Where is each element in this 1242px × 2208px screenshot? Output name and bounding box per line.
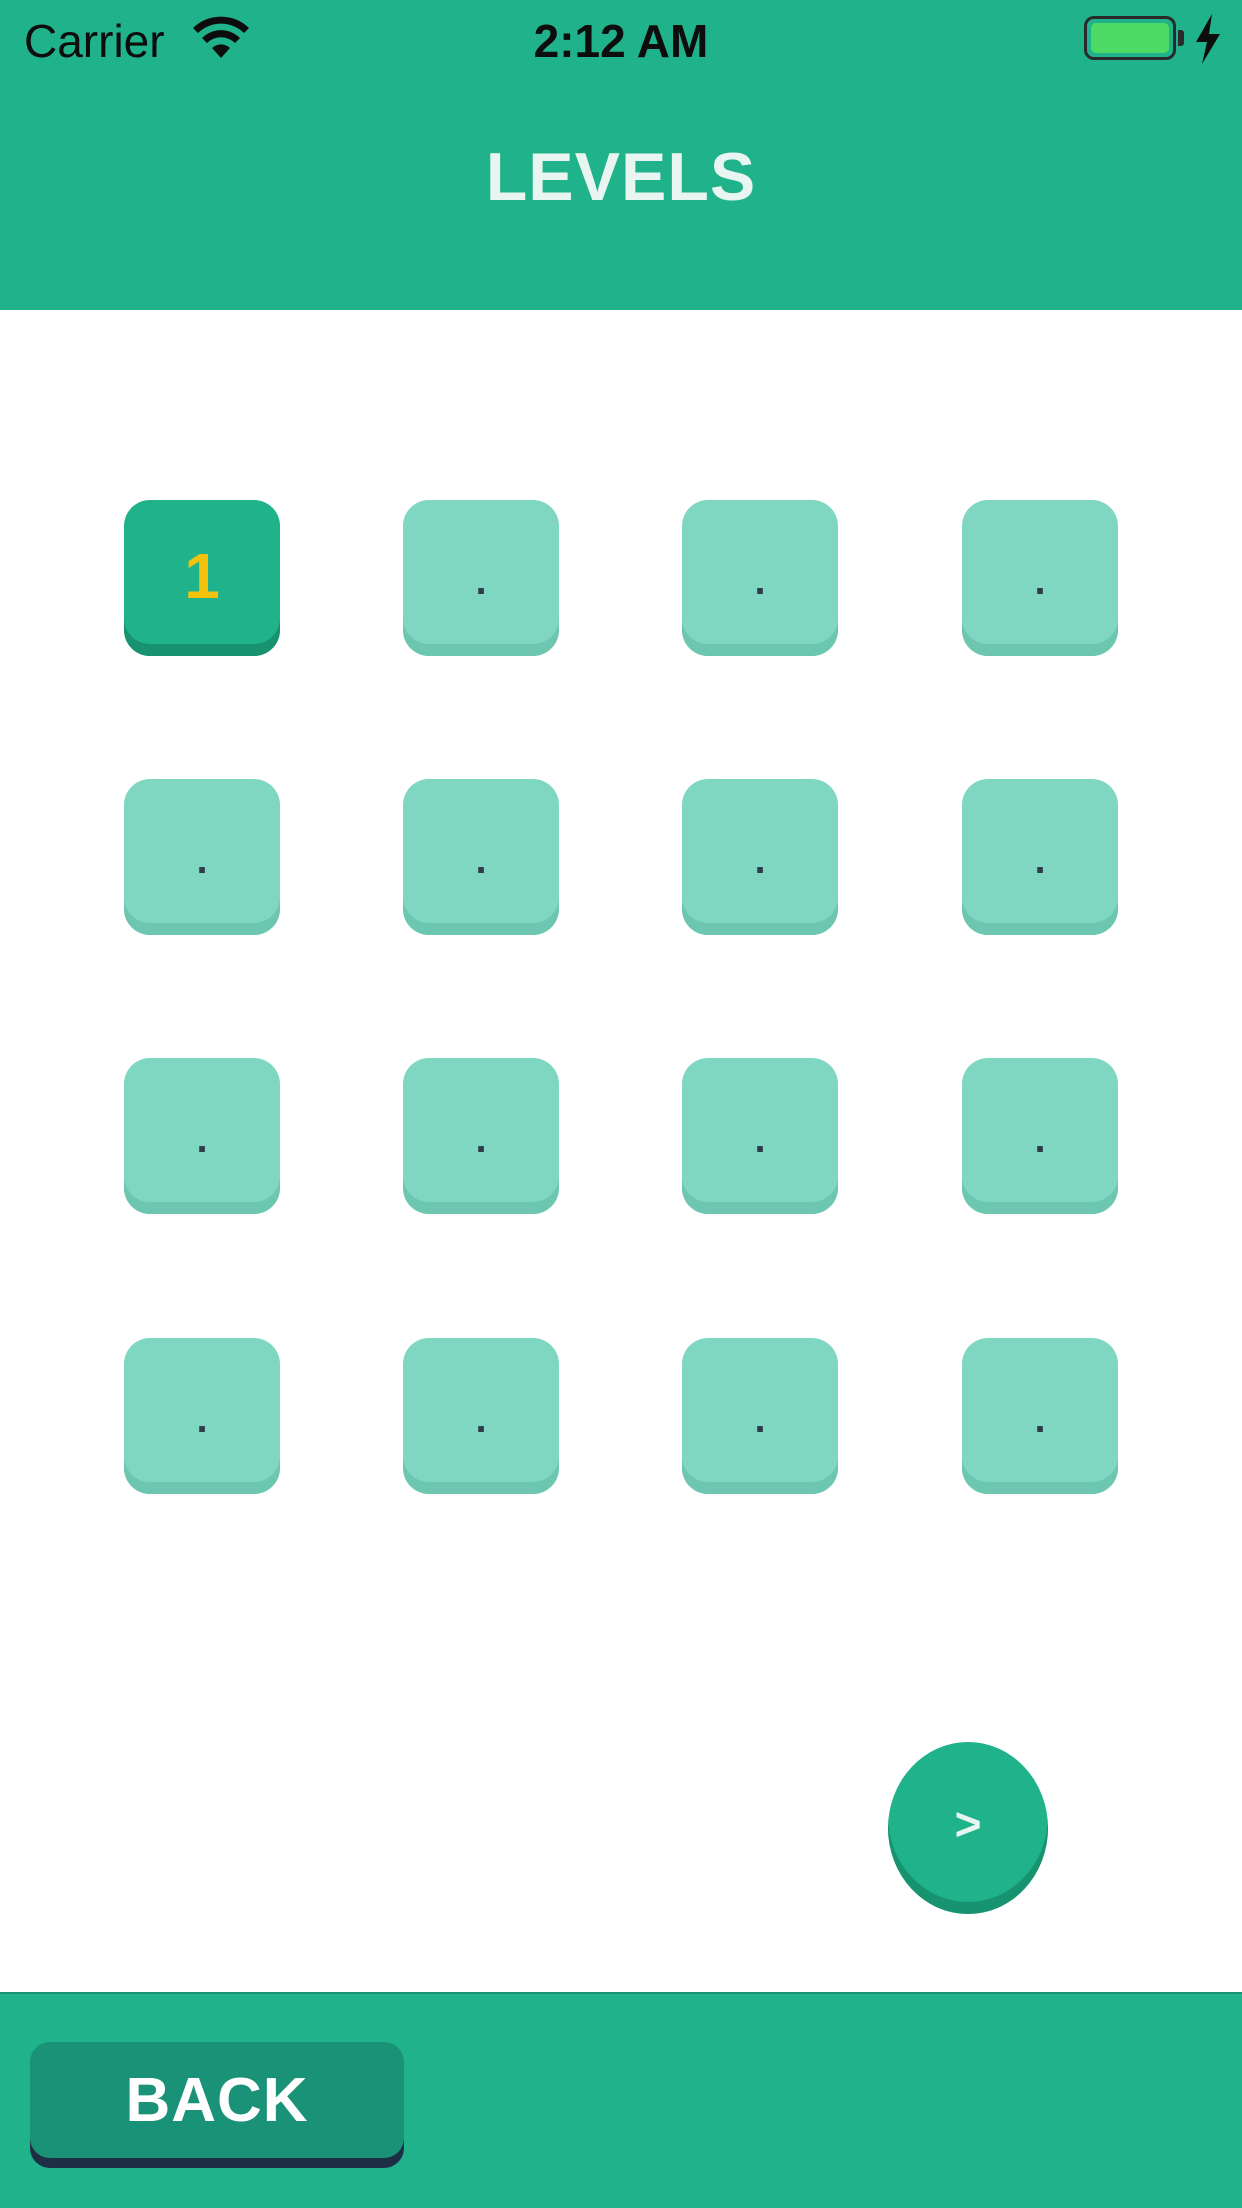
- level-tile-12[interactable]: .: [962, 1058, 1118, 1214]
- page-title: LEVELS: [485, 139, 757, 215]
- level-tile-label: .: [1034, 558, 1046, 603]
- back-button-label: BACK: [125, 2065, 309, 2135]
- level-tile-15[interactable]: .: [682, 1338, 838, 1494]
- level-tile-6[interactable]: .: [403, 779, 559, 935]
- level-tile-10[interactable]: .: [403, 1058, 559, 1214]
- level-tile-4[interactable]: .: [962, 500, 1118, 656]
- footer-bar: BACK: [0, 1992, 1242, 2208]
- level-tile-2[interactable]: .: [403, 500, 559, 656]
- level-tile-8[interactable]: .: [962, 779, 1118, 935]
- status-bar: Carrier 2:12 AM: [0, 0, 1242, 84]
- next-page-button[interactable]: >: [888, 1742, 1048, 1914]
- level-tile-label: .: [475, 837, 487, 882]
- level-tile-label: .: [1034, 1116, 1046, 1161]
- level-tile-label: .: [196, 1116, 208, 1161]
- level-tile-label: .: [475, 558, 487, 603]
- charging-bolt-icon: [1196, 14, 1220, 64]
- level-tile-label: .: [475, 1116, 487, 1161]
- level-grid: 1 . . . . . . . . . . . . . . .: [124, 500, 1118, 1494]
- level-tile-5[interactable]: .: [124, 779, 280, 935]
- level-tile-label: .: [754, 1116, 766, 1161]
- level-tile-label: .: [196, 837, 208, 882]
- back-button[interactable]: BACK: [30, 2042, 404, 2158]
- level-tile-7[interactable]: .: [682, 779, 838, 935]
- levels-screen: Carrier 2:12 AM LEVELS 1 . . . . . . . .: [0, 0, 1242, 2208]
- battery-cap: [1178, 30, 1184, 46]
- level-tile-1[interactable]: 1: [124, 500, 280, 656]
- level-tile-label: .: [754, 837, 766, 882]
- next-page-label: >: [954, 1798, 982, 1850]
- level-tile-label: .: [196, 1396, 208, 1441]
- level-tile-label: .: [754, 558, 766, 603]
- level-tile-3[interactable]: .: [682, 500, 838, 656]
- level-tile-13[interactable]: .: [124, 1338, 280, 1494]
- level-tile-label: .: [475, 1396, 487, 1441]
- level-tile-label: .: [1034, 837, 1046, 882]
- battery-icon: [1084, 16, 1176, 60]
- battery-level: [1091, 23, 1169, 53]
- level-tile-14[interactable]: .: [403, 1338, 559, 1494]
- level-tile-9[interactable]: .: [124, 1058, 280, 1214]
- header-bar: Carrier 2:12 AM LEVELS: [0, 0, 1242, 310]
- clock-label: 2:12 AM: [533, 15, 709, 67]
- level-tile-label: .: [754, 1396, 766, 1441]
- level-tile-16[interactable]: .: [962, 1338, 1118, 1494]
- level-tile-label: 1: [184, 540, 220, 612]
- level-tile-label: .: [1034, 1396, 1046, 1441]
- level-tile-11[interactable]: .: [682, 1058, 838, 1214]
